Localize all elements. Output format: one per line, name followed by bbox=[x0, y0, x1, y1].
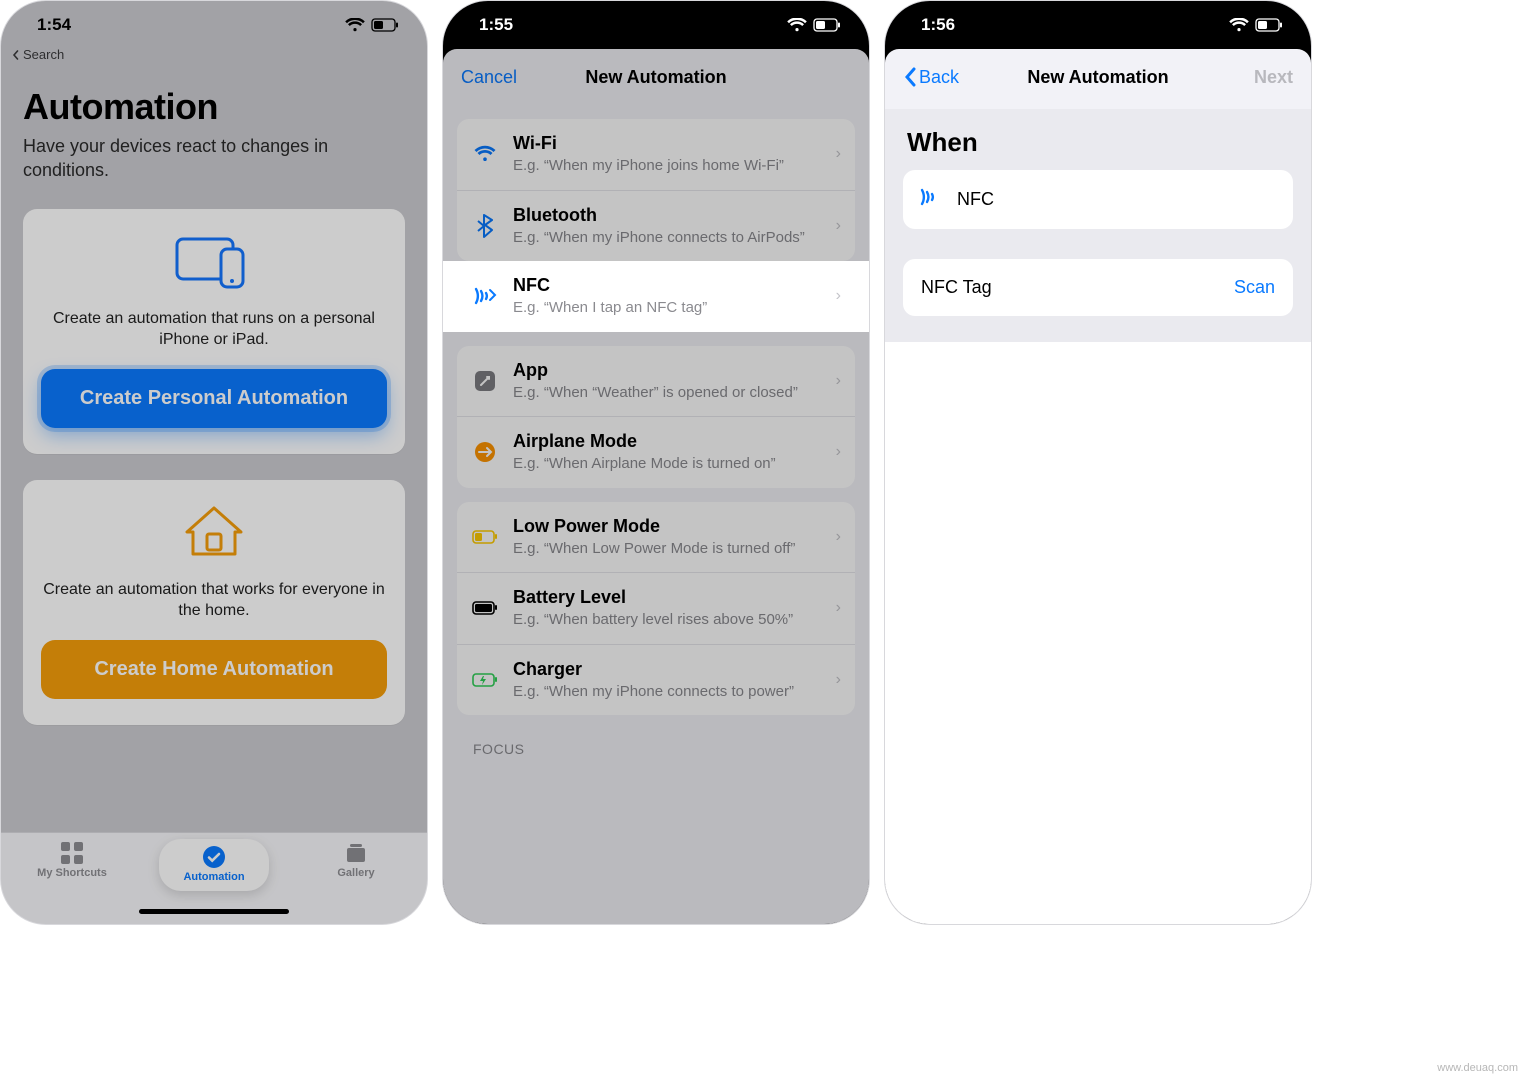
back-button[interactable]: Back bbox=[903, 49, 959, 105]
trigger-group-connectivity: Wi-FiE.g. “When my iPhone joins home Wi-… bbox=[457, 119, 855, 261]
trigger-row-battery[interactable]: Battery LevelE.g. “When battery level ri… bbox=[457, 572, 855, 644]
chevron-right-icon: › bbox=[836, 528, 841, 546]
chevron-right-icon: › bbox=[836, 671, 841, 689]
create-home-automation-button[interactable]: Create Home Automation bbox=[41, 640, 387, 699]
trigger-row-wifi[interactable]: Wi-FiE.g. “When my iPhone joins home Wi-… bbox=[457, 119, 855, 190]
screen-nfc-when: 1:56 Search Back New Automation Next bbox=[884, 0, 1312, 925]
shortcuts-icon bbox=[17, 839, 127, 867]
row-subtitle: E.g. “When my iPhone connects to power” bbox=[513, 682, 822, 702]
row-title: Bluetooth bbox=[513, 205, 822, 226]
nfc-icon bbox=[919, 186, 943, 213]
screen-automation-home: 1:54 Search Automation Have your devices… bbox=[0, 0, 428, 925]
modal-sheet: Back New Automation Next When NFC NFC Ta… bbox=[885, 49, 1311, 924]
battery-icon bbox=[1255, 18, 1283, 32]
row-title: NFC bbox=[513, 275, 822, 296]
row-subtitle: E.g. “When my iPhone connects to AirPods… bbox=[513, 228, 822, 248]
row-title: Wi-Fi bbox=[513, 133, 822, 154]
row-subtitle: E.g. “When Airplane Mode is turned on” bbox=[513, 454, 822, 474]
chevron-right-icon: › bbox=[836, 145, 841, 163]
home-icon bbox=[179, 549, 249, 566]
nfc-tag-row: NFC Tag Scan bbox=[903, 259, 1293, 316]
gallery-icon bbox=[301, 839, 411, 867]
status-time: 1:55 bbox=[479, 15, 513, 35]
chevron-right-icon: › bbox=[836, 217, 841, 235]
row-subtitle: E.g. “When Low Power Mode is turned off” bbox=[513, 539, 822, 559]
row-title: App bbox=[513, 360, 822, 381]
battery-icon bbox=[813, 18, 841, 32]
watermark: www.deuaq.com bbox=[1437, 1062, 1518, 1074]
back-label: Back bbox=[919, 67, 959, 88]
sheet-header: Cancel New Automation bbox=[443, 49, 869, 105]
tab-gallery[interactable]: Gallery bbox=[301, 839, 411, 879]
home-indicator[interactable] bbox=[139, 909, 289, 914]
low-power-icon bbox=[471, 530, 499, 544]
wifi-icon bbox=[787, 18, 807, 32]
scan-button[interactable]: Scan bbox=[1234, 277, 1275, 298]
card-home-desc: Create an automation that works for ever… bbox=[41, 579, 387, 622]
row-title: Charger bbox=[513, 659, 822, 680]
trigger-group-apps: AppE.g. “When “Weather” is opened or clo… bbox=[457, 346, 855, 488]
battery-level-icon bbox=[471, 601, 499, 615]
screen-new-automation-list: 1:55 Search Cancel New Automation Wi-FiE… bbox=[442, 0, 870, 925]
chevron-right-icon: › bbox=[836, 372, 841, 390]
row-title: Battery Level bbox=[513, 587, 822, 608]
automation-icon bbox=[173, 843, 255, 871]
nfc-summary-row: NFC bbox=[903, 170, 1293, 229]
row-subtitle: E.g. “When “Weather” is opened or closed… bbox=[513, 383, 822, 403]
card-home-automation: Create an automation that works for ever… bbox=[23, 480, 405, 725]
status-time: 1:56 bbox=[921, 15, 955, 35]
breadcrumb-back[interactable]: Search bbox=[1, 47, 427, 62]
nfc-label: NFC bbox=[957, 189, 1277, 210]
page-title: Automation bbox=[23, 86, 405, 128]
create-personal-automation-button[interactable]: Create Personal Automation bbox=[41, 369, 387, 428]
sheet-title: New Automation bbox=[1027, 67, 1168, 88]
chevron-right-icon: › bbox=[836, 287, 841, 305]
cancel-button[interactable]: Cancel bbox=[461, 49, 517, 105]
row-subtitle: E.g. “When battery level rises above 50%… bbox=[513, 610, 822, 630]
section-title-when: When bbox=[885, 109, 1311, 164]
sheet-title: New Automation bbox=[585, 67, 726, 88]
chevron-right-icon: › bbox=[836, 599, 841, 617]
trigger-row-charger[interactable]: ChargerE.g. “When my iPhone connects to … bbox=[457, 644, 855, 716]
bluetooth-icon bbox=[471, 214, 499, 238]
trigger-row-bluetooth[interactable]: BluetoothE.g. “When my iPhone connects t… bbox=[457, 190, 855, 262]
nfc-tag-label: NFC Tag bbox=[921, 277, 992, 298]
tab-label: Gallery bbox=[301, 867, 411, 879]
card-personal-automation: Create an automation that runs on a pers… bbox=[23, 209, 405, 454]
tab-label: Automation bbox=[173, 871, 255, 883]
status-bar: 1:55 bbox=[443, 1, 869, 49]
nfc-icon bbox=[471, 285, 499, 307]
app-icon bbox=[471, 370, 499, 392]
tab-automation[interactable]: Automation bbox=[159, 839, 269, 891]
trigger-row-low-power[interactable]: Low Power ModeE.g. “When Low Power Mode … bbox=[457, 502, 855, 573]
status-time: 1:54 bbox=[37, 15, 71, 35]
trigger-row-nfc[interactable]: NFCE.g. “When I tap an NFC tag” › bbox=[443, 261, 869, 332]
battery-icon bbox=[371, 18, 399, 32]
wifi-icon bbox=[345, 18, 365, 32]
sheet-header: Back New Automation Next bbox=[885, 49, 1311, 105]
trigger-row-app[interactable]: AppE.g. “When “Weather” is opened or clo… bbox=[457, 346, 855, 417]
tab-my-shortcuts[interactable]: My Shortcuts bbox=[17, 839, 127, 879]
wifi-icon bbox=[471, 145, 499, 163]
modal-sheet: Cancel New Automation Wi-FiE.g. “When my… bbox=[443, 49, 869, 924]
charger-icon bbox=[471, 673, 499, 687]
wifi-icon bbox=[1229, 18, 1249, 32]
row-title: Low Power Mode bbox=[513, 516, 822, 537]
page-subtitle: Have your devices react to changes in co… bbox=[23, 134, 405, 183]
row-title: Airplane Mode bbox=[513, 431, 822, 452]
chevron-right-icon: › bbox=[836, 443, 841, 461]
row-subtitle: E.g. “When my iPhone joins home Wi-Fi” bbox=[513, 156, 822, 176]
devices-icon bbox=[171, 278, 257, 295]
breadcrumb-label: Search bbox=[23, 47, 64, 62]
card-personal-desc: Create an automation that runs on a pers… bbox=[41, 308, 387, 351]
row-subtitle: E.g. “When I tap an NFC tag” bbox=[513, 298, 822, 318]
trigger-row-airplane[interactable]: Airplane ModeE.g. “When Airplane Mode is… bbox=[457, 416, 855, 488]
tab-label: My Shortcuts bbox=[17, 867, 127, 879]
trigger-group-power: Low Power ModeE.g. “When Low Power Mode … bbox=[457, 502, 855, 716]
airplane-icon bbox=[471, 441, 499, 463]
status-bar: 1:56 bbox=[885, 1, 1311, 49]
next-button[interactable]: Next bbox=[1254, 49, 1293, 105]
status-bar: 1:54 bbox=[1, 1, 427, 49]
section-header-focus: FOCUS bbox=[473, 741, 839, 757]
